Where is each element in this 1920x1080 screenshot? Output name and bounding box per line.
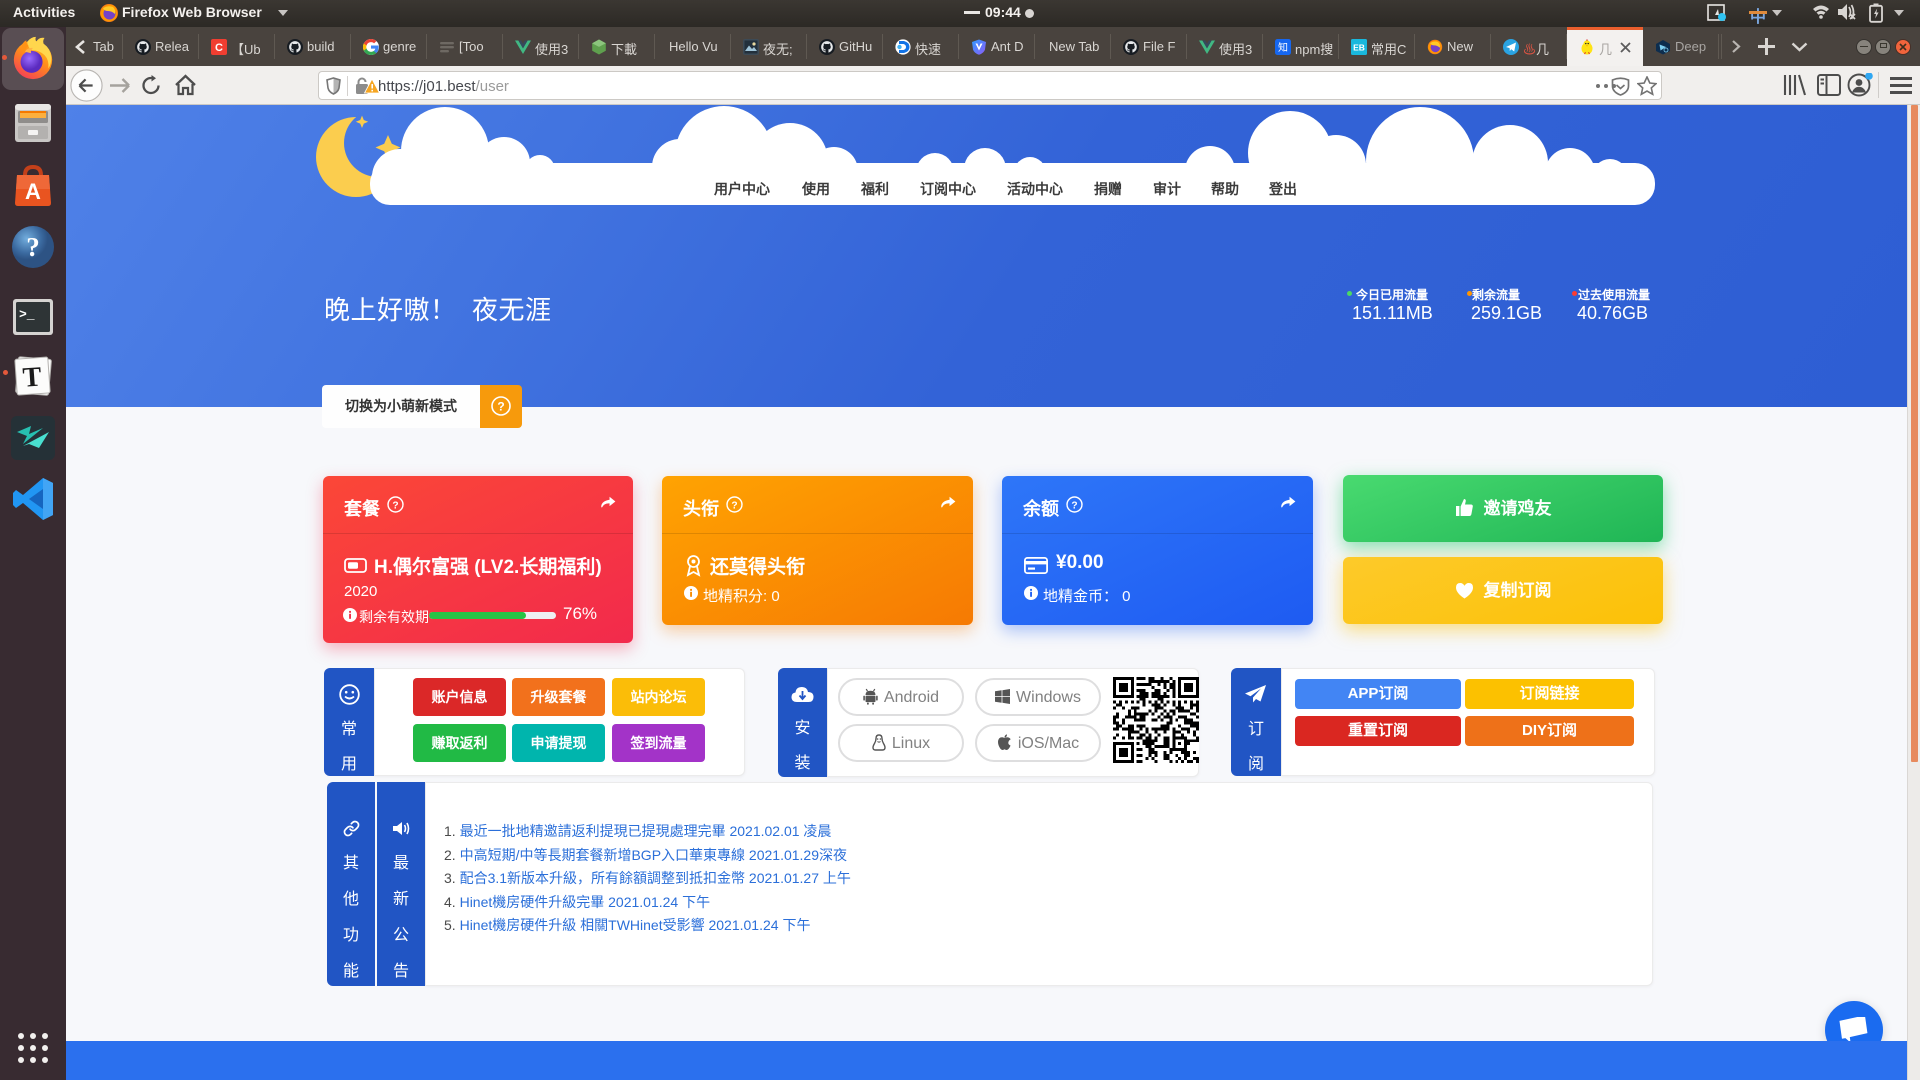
svg-text:>_: >_ — [19, 307, 35, 322]
svg-text:A: A — [25, 179, 41, 204]
svg-text:?: ? — [497, 400, 504, 414]
svg-text:EB: EB — [1353, 43, 1365, 53]
svg-text:?: ? — [26, 232, 40, 262]
svg-text:C: C — [215, 42, 223, 54]
svg-text:T: T — [22, 361, 43, 393]
svg-text:?: ? — [392, 500, 398, 511]
svg-text:?: ? — [1071, 500, 1077, 511]
svg-text:知: 知 — [1278, 41, 1288, 54]
svg-text:?: ? — [731, 500, 737, 511]
